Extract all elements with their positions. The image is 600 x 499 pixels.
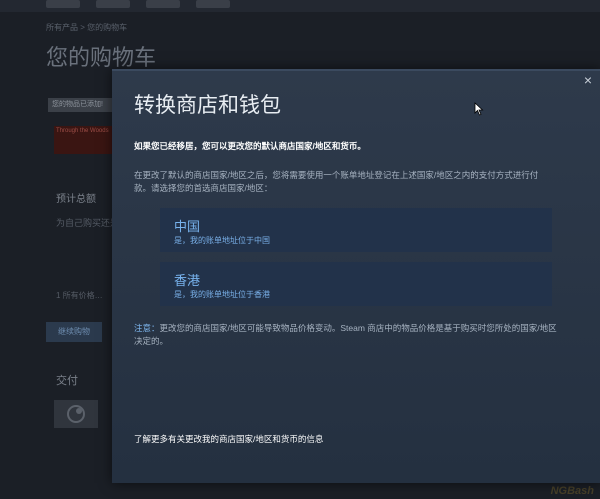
game-thumbnail-title: Through the Woods — [56, 128, 109, 134]
country-option-hongkong[interactable]: 香港 是，我的账单地址位于香港 — [160, 262, 552, 306]
close-icon[interactable]: × — [581, 73, 595, 87]
item-added-tag: 您的物品已添加! — [48, 98, 122, 112]
price-change-notice: 注意：更改您的商店国家/地区可能导致物品价格变动。Steam 商店中的物品价格是… — [134, 322, 564, 348]
nav-item[interactable] — [146, 0, 180, 8]
dialog-top-edge — [112, 69, 600, 71]
country-option-subtext: 是，我的账单地址位于香港 — [174, 290, 270, 299]
mouse-cursor-icon — [474, 102, 484, 121]
country-option-subtext: 是，我的账单地址位于中国 — [174, 236, 270, 245]
notice-label: 注意： — [134, 323, 160, 333]
page-title: 您的购物车 — [46, 46, 157, 71]
nav-item[interactable] — [46, 0, 80, 8]
game-thumbnail[interactable]: Through the Woods — [54, 126, 116, 154]
description-text: 在更改了默认的商店国家/地区之后，您将需要使用一个账单地址登记在上述国家/地区之… — [134, 170, 539, 193]
nav-item[interactable] — [96, 0, 130, 8]
dialog-title: 转换商店和钱包 — [134, 93, 281, 117]
notice-text: 更改您的商店国家/地区可能导致物品价格变动。Steam 商店中的物品价格是基于购… — [134, 323, 557, 346]
top-nav-bar — [0, 0, 600, 12]
nav-item[interactable] — [196, 0, 230, 8]
payment-heading: 交付 — [56, 375, 78, 387]
estimated-total-label: 预计总额 — [56, 194, 96, 205]
learn-more-link[interactable]: 了解更多有关更改我的商店国家/地区和货币的信息 — [134, 433, 323, 445]
country-option-china[interactable]: 中国 是，我的账单地址位于中国 — [160, 208, 552, 252]
continue-shopping-button[interactable]: 继续购物 — [46, 322, 102, 342]
intro-text: 如果您已经移居，您可以更改您的默认商店国家/地区和货币。 — [134, 141, 366, 151]
watermark: NGBash — [550, 485, 594, 497]
country-option-name: 香港 — [174, 273, 201, 288]
price-note: 1 所有价格… — [56, 291, 103, 300]
country-option-name: 中国 — [174, 219, 201, 234]
change-store-dialog: × 转换商店和钱包 如果您已经移居，您可以更改您的默认商店国家/地区和货币。 在… — [112, 69, 600, 483]
steam-logo-icon — [54, 400, 98, 428]
breadcrumb[interactable]: 所有产品 > 您的购物车 — [46, 22, 127, 33]
